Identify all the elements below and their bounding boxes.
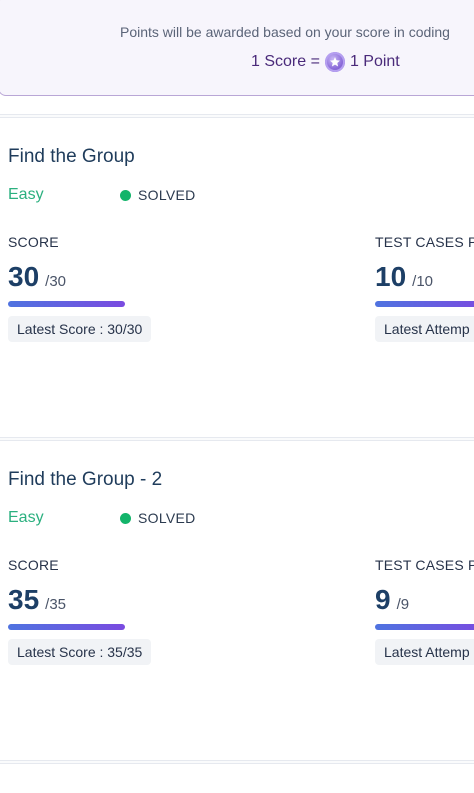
score-total: /30	[45, 273, 67, 290]
solved-dot-icon	[120, 512, 131, 524]
score-progress-bar	[8, 624, 125, 630]
status-badge: SOLVED	[120, 187, 196, 203]
score-value: 30 /30	[8, 261, 66, 293]
score-value: 35 /35	[8, 584, 66, 616]
status-text: SOLVED	[138, 187, 196, 203]
difficulty-label: Easy	[8, 186, 44, 203]
problem-title[interactable]: Find the Group	[8, 146, 135, 168]
latest-attempt-chip[interactable]: Latest Attemp	[375, 639, 474, 665]
score-label: SCORE	[8, 557, 59, 573]
points-info-banner: Points will be awarded based on your sco…	[0, 0, 474, 96]
latest-score-chip: Latest Score : 35/35	[8, 639, 152, 665]
latest-attempt-chip[interactable]: Latest Attemp	[375, 316, 474, 342]
problem-title[interactable]: Find the Group - 2	[8, 469, 162, 491]
problem-card[interactable]: Find the Group Easy SOLVED SCORE 30 /30 …	[0, 116, 474, 438]
status-text: SOLVED	[138, 510, 196, 526]
test-cases-label: TEST CASES P	[375, 557, 474, 573]
test-cases-value: 9 /9	[375, 584, 409, 616]
solved-dot-icon	[120, 189, 131, 201]
test-cases-total: /9	[396, 596, 410, 613]
status-badge: SOLVED	[120, 510, 196, 526]
score-progress-bar	[8, 301, 125, 307]
section-divider	[0, 760, 474, 764]
test-cases-progress-bar	[375, 624, 474, 630]
score-total: /35	[45, 596, 67, 613]
coding-results-page: Points will be awarded based on your sco…	[0, 0, 474, 793]
star-coin-icon	[324, 52, 345, 72]
difficulty-label: Easy	[8, 509, 44, 526]
points-note: Points will be awarded based on your sco…	[120, 24, 450, 40]
points-rate-left: 1 Score =	[251, 53, 320, 70]
problem-card[interactable]: Find the Group - 2 Easy SOLVED SCORE 35 …	[0, 439, 474, 761]
test-cases-progress-bar	[375, 301, 474, 307]
score-label: SCORE	[8, 234, 59, 250]
score-number: 30	[8, 261, 40, 292]
test-cases-total: /10	[412, 273, 434, 290]
test-cases-number: 10	[375, 261, 407, 292]
test-cases-value: 10 /10	[375, 261, 433, 293]
score-number: 35	[8, 584, 40, 615]
test-cases-number: 9	[375, 584, 391, 615]
points-rate-right: 1 Point	[349, 53, 400, 70]
latest-score-chip: Latest Score : 30/30	[8, 316, 152, 342]
test-cases-label: TEST CASES P	[375, 234, 474, 250]
points-rate: 1 Score = 1 Point	[251, 52, 400, 72]
